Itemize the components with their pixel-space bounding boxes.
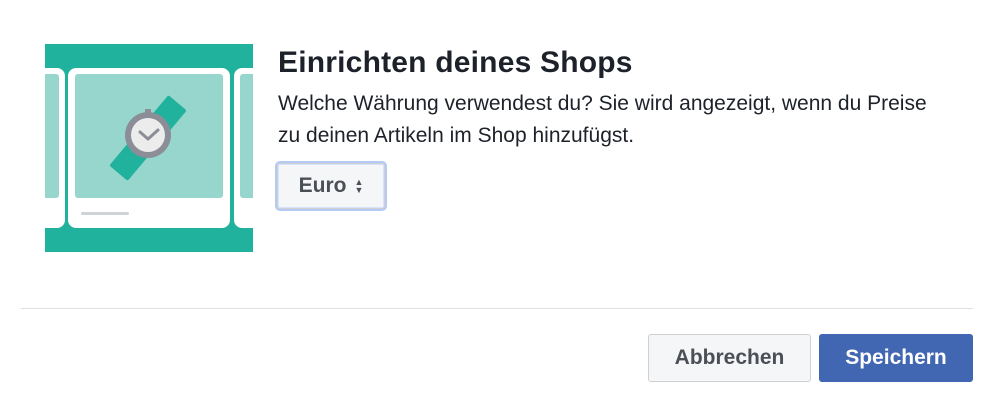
illustration-card-bar — [81, 212, 129, 215]
illustration-card-center — [68, 68, 230, 228]
dialog-description: Welche Währung verwendest du? Sie wird a… — [278, 92, 927, 147]
shop-illustration — [45, 44, 253, 252]
cancel-button[interactable]: Abbrechen — [648, 334, 811, 382]
footer-divider — [21, 308, 973, 309]
illustration-card-screen — [240, 74, 253, 198]
illustration-card-left — [45, 68, 65, 228]
sort-arrows-icon: ▲ ▼ — [354, 177, 364, 195]
watch-icon — [110, 95, 186, 181]
dialog-title: Einrichten deines Shops — [278, 46, 633, 79]
save-button[interactable]: Speichern — [819, 334, 973, 382]
illustration-card-screen — [45, 74, 59, 198]
illustration-card-right — [234, 68, 253, 228]
currency-select-value: Euro — [298, 174, 347, 197]
currency-select[interactable]: Euro ▲ ▼ — [277, 163, 385, 209]
